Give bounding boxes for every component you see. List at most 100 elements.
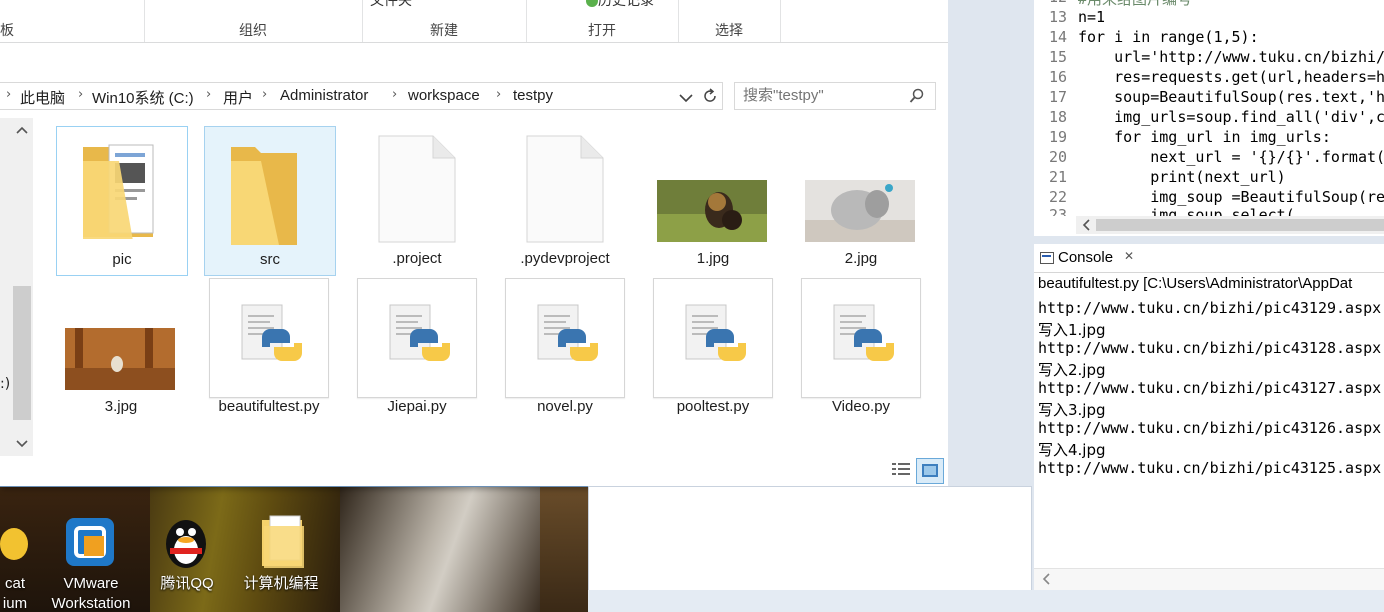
tab-console[interactable]: Console ✕ [1034, 244, 1144, 272]
line-number: 19 [1048, 128, 1067, 146]
console-line: 写入3.jpg [1038, 401, 1106, 419]
console-line: 写入2.jpg [1038, 361, 1106, 379]
ribbon-group-caption: 组织 [239, 22, 267, 38]
address-bar[interactable]: › 此电脑 › Win10系统 (C:) › 用户 › Administrato… [0, 82, 723, 110]
file-name: 1.jpg [696, 250, 730, 267]
details-view-icon[interactable] [891, 461, 911, 479]
file-item-project[interactable]: .project [352, 126, 482, 274]
breadcrumb-drive-c[interactable]: Win10系统 (C:) [92, 87, 194, 108]
large-icons-view-button[interactable] [916, 458, 944, 484]
refresh-icon[interactable] [701, 87, 719, 105]
chevron-right-icon: › [392, 87, 398, 102]
file-thumbnail-frame [505, 278, 625, 398]
file-thumbnail-frame [209, 278, 329, 398]
ribbon-group-caption: 打开 [588, 22, 616, 38]
chevron-up-icon[interactable] [16, 126, 28, 134]
desktop-wallpaper [340, 484, 540, 612]
file-name: pooltest.py [676, 398, 750, 415]
python-file-icon [833, 304, 894, 361]
file-item-1jpg[interactable]: 1.jpg [648, 126, 778, 274]
history-label: 历史记录 [598, 0, 654, 8]
file-item-pooltest-py[interactable]: pooltest.py [648, 274, 778, 422]
file-item-src[interactable]: src [204, 126, 336, 276]
eclipse-blank-panel [588, 486, 1032, 592]
chevron-right-icon: › [78, 87, 84, 102]
file-thumbnail-frame [801, 278, 921, 398]
desktop-icon-label: 计算机编程 [243, 575, 319, 592]
breadcrumb-workspace[interactable]: workspace [408, 87, 480, 104]
folder-icon [231, 147, 297, 245]
breadcrumb-administrator[interactable]: Administrator [280, 87, 368, 104]
chevron-left-icon[interactable] [1042, 573, 1050, 585]
breadcrumb-testpy[interactable]: testpy [513, 87, 553, 104]
code-line: res=requests.get(url,headers=h [1078, 68, 1384, 86]
desktop-icon-qq[interactable]: 腾讯QQ [142, 484, 232, 612]
editor-horizontal-scrollbar[interactable] [1076, 216, 1384, 234]
chevron-down-icon[interactable] [679, 93, 693, 103]
chevron-right-icon: › [6, 87, 12, 102]
python-file-icon [685, 304, 746, 361]
console-icon [1040, 252, 1054, 264]
desktop-icon-folder[interactable]: 计算机编程 [236, 484, 326, 612]
code-line: for i in range(1,5): [1078, 28, 1259, 46]
file-thumbnail-frame [357, 278, 477, 398]
scrollbar-thumb[interactable] [13, 286, 31, 420]
desktop-icon-vmware[interactable]: VMware Workstation [46, 484, 136, 612]
chevron-right-icon: › [496, 87, 502, 102]
file-item-pic[interactable]: pic [56, 126, 188, 276]
history-button[interactable]: 历史记录 [586, 0, 654, 10]
file-name: .pydevproject [520, 250, 610, 267]
ribbon-group-select: 选择 [678, 0, 781, 42]
breadcrumb-users[interactable]: 用户 [223, 87, 253, 108]
file-item-beautifultest-py[interactable]: beautifultest.py [204, 274, 334, 422]
code-line: img_soup.select(... [1078, 206, 1322, 216]
folder-icon [83, 144, 154, 239]
ribbon-group-open: 历史记录 打开 [526, 0, 679, 42]
console-line: http://www.tuku.cn/bizhi/pic43128.aspx [1038, 339, 1382, 357]
file-item-2jpg[interactable]: 2.jpg [796, 126, 926, 274]
file-item-jiepai-py[interactable]: Jiepai.py [352, 274, 482, 422]
file-item-pydevproject[interactable]: .pydevproject [500, 126, 630, 274]
line-number: 20 [1048, 148, 1067, 166]
file-name: 3.jpg [104, 398, 138, 415]
line-number: 17 [1048, 88, 1067, 106]
file-name: Jiepai.py [387, 398, 447, 415]
code-line: for img_url in img_urls: [1078, 128, 1331, 146]
file-explorer-window: 板 组织 文件夹 新建 历史记录 打开 选择 › 此电脑 › Win10系统 (… [0, 0, 949, 487]
python-file-icon [241, 304, 302, 361]
code-editor[interactable]: 12 #用来给图片编号 13 n=1 14 for i in range(1,5… [1034, 0, 1384, 236]
code-line: img_urls=soup.find_all('div',c [1078, 108, 1384, 126]
search-input[interactable] [735, 83, 913, 107]
ribbon-group-clipboard: 板 [0, 0, 145, 42]
file-name: 2.jpg [844, 250, 878, 267]
search-icon[interactable] [909, 88, 925, 104]
close-icon[interactable]: ✕ [1124, 249, 1134, 263]
chevron-down-icon[interactable] [16, 440, 28, 448]
file-item-novel-py[interactable]: novel.py [500, 274, 630, 422]
console-line: 写入1.jpg [1038, 321, 1106, 339]
line-number: 16 [1048, 68, 1067, 86]
console-horizontal-scrollbar[interactable] [1034, 568, 1384, 591]
desktop-icon-label: Workstation [51, 595, 131, 612]
scrollbar-thumb[interactable] [1096, 219, 1384, 231]
ribbon-group-caption: 选择 [715, 22, 743, 38]
python-file-icon [389, 304, 450, 361]
breadcrumb-this-pc[interactable]: 此电脑 [20, 87, 65, 108]
line-number: 23 [1048, 206, 1067, 216]
line-number: 12 [1034, 0, 1067, 6]
line-number: 13 [1048, 8, 1067, 26]
line-number: 18 [1048, 108, 1067, 126]
history-icon [586, 0, 598, 8]
nav-pane-scrollbar[interactable]: :) [0, 118, 33, 456]
console-output[interactable]: beautifultest.py [C:\Users\Administrator… [1034, 272, 1384, 569]
file-item-3jpg[interactable]: 3.jpg [56, 274, 186, 422]
nav-pane-partial-text: :) [0, 376, 11, 392]
chevron-right-icon: › [262, 87, 268, 102]
console-line: http://www.tuku.cn/bizhi/pic43126.aspx [1038, 419, 1382, 437]
file-item-video-py[interactable]: Video.py [796, 274, 926, 422]
ribbon-group-caption: 板 [0, 22, 14, 38]
chevron-left-icon[interactable] [1082, 219, 1090, 231]
code-line: n=1 [1078, 8, 1106, 26]
new-folder-button[interactable]: 文件夹 [370, 0, 412, 10]
console-header: beautifultest.py [C:\Users\Administrator… [1038, 275, 1353, 292]
